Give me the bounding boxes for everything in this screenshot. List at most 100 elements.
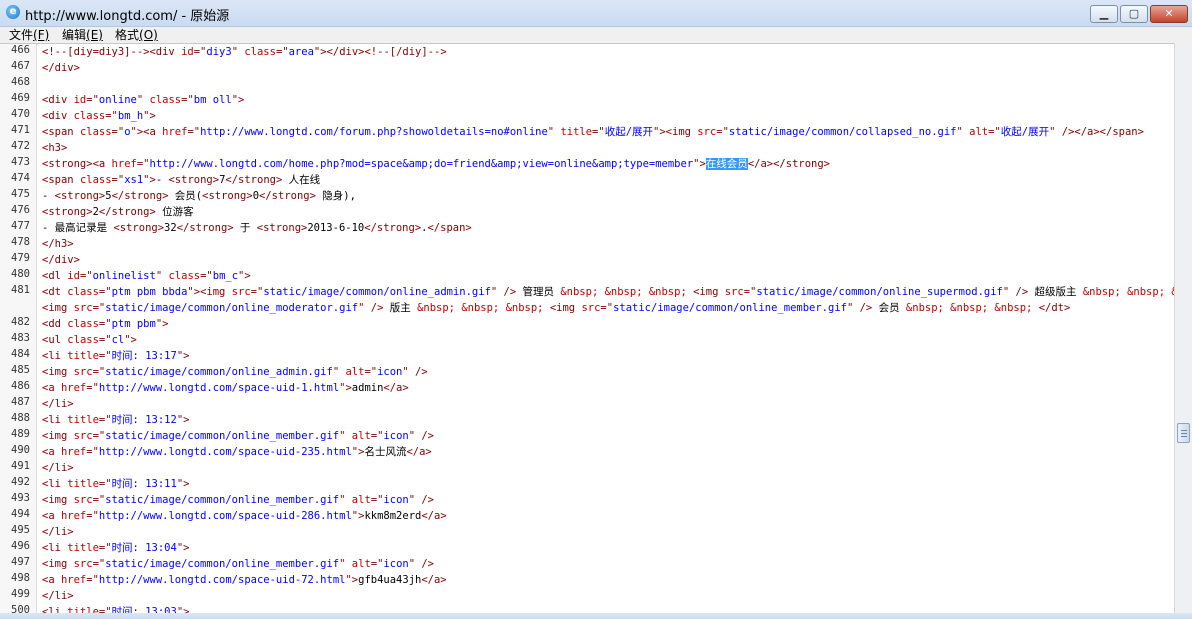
code-tag: </h3> [42,238,74,250]
code-tag: "> [351,446,365,458]
code-attr-name: title [67,478,99,490]
code-tag: <strong> [54,190,106,202]
line-number: 466 [11,44,30,56]
line-text: <h3> [42,140,67,156]
menu-format[interactable]: 格式(O) [115,27,158,43]
minimize-button[interactable]: ▁ [1090,5,1118,23]
title-bar[interactable]: e http://www.longtd.com/ - 原始源 ▁ ▢ ✕ [0,0,1192,27]
code-tag: <img [42,366,74,378]
scrollbar-thumb[interactable] [1177,423,1190,443]
code-tag: " [339,494,352,506]
line-text: <li title="时间: 13:11"> [42,476,189,492]
code-tag: =" [86,382,99,394]
line-text: <img src="static/image/common/online_mem… [42,556,434,572]
code-tag: <dl [42,270,68,282]
code-tag: " /> [490,286,517,298]
code-tag: =" [716,126,729,138]
code-text: 超级版主 [1028,286,1083,298]
code-attr-name: src [697,126,717,138]
code-tag: </a> [406,446,432,458]
code-attr-value: xs1 [124,174,144,186]
code-attr-name: class [149,94,182,106]
code-tag: <span [42,174,80,186]
code-attr-value: icon [383,494,409,506]
code-tag: =" [92,366,106,378]
source-line: 493 <img src="static/image/common/online_… [0,492,1174,508]
code-attr-value: static/image/common/collapsed_no.gif [728,126,957,138]
line-number: 498 [11,572,30,584]
line-number: 472 [11,140,30,152]
line-number: 495 [11,524,30,536]
menu-file[interactable]: 文件(F) [9,27,49,43]
line-text: <div id="online" class="bm oll"> [42,92,244,108]
vertical-scrollbar[interactable] [1174,43,1192,613]
line-text: <img src="static/image/common/online_mod… [42,300,1070,316]
code-tag: </span> [427,222,472,234]
code-tag: =" [193,46,207,58]
code-attr-value: static/image/common/online_moderator.gif [105,302,359,314]
line-number: 486 [11,380,30,392]
code-attr-value: bm oll [193,94,232,106]
code-entity: &nbsp; &nbsp; &nbsp; [905,302,1039,314]
code-tag: =" [79,270,93,282]
code-text: 管理员 [516,286,561,298]
code-attr-name: title [67,414,99,426]
selected-text: 在线会员 [705,158,748,170]
code-tag: " [956,126,970,138]
code-attr-value: bm_c [212,270,239,282]
source-line: 466 <!--[diy=diy3]--><div id="diy3" class… [0,44,1174,60]
code-tag: =" [136,158,150,170]
line-text: <li title="时间: 13:12"> [42,412,189,428]
code-tag: "> [351,510,365,522]
line-number: 477 [11,220,30,232]
menu-edit[interactable]: 编辑(E) [62,27,103,43]
code-attr-value: icon [377,366,403,378]
code-tag: =" [600,302,614,314]
maximize-button[interactable]: ▢ [1120,5,1148,23]
code-attr-name: href [60,574,87,586]
code-tag: <span [42,126,80,138]
source-line: 490 <a href="http://www.longtd.com/space-… [0,444,1174,460]
source-line: 495 </li> [0,524,1174,540]
line-text: </div> [42,60,80,76]
line-text: </li> [42,588,74,604]
code-attr-value: icon [383,558,409,570]
code-tag: =" [86,446,99,458]
code-tag: =" [98,318,112,330]
source-line: 473 <strong><a href="http://www.longtd.co… [0,156,1174,172]
code-attr-name: class [244,46,276,58]
code-attr-name: src [724,286,744,298]
code-attr-value: http://www.longtd.com/space-uid-286.html [98,510,352,522]
source-line: 487 </li> [0,396,1174,412]
menu-bar: 文件(F) 编辑(E) 格式(O) [0,27,1192,43]
code-tag: "><img [187,286,232,298]
source-code-view[interactable]: 466 <!--[diy=diy3]--><div id="diy3" class… [0,43,1174,614]
line-number: 479 [11,252,30,264]
code-text: 位游客 [155,206,194,218]
code-tag: =" [98,414,112,426]
code-attr-name: title [67,350,99,362]
code-tag: =" [98,286,112,298]
code-attr-value: static/image/common/online_member.gif [105,494,340,506]
code-tag: <a [42,574,61,586]
code-attr-value: icon [383,430,409,442]
code-attr-value: onlinelist [92,270,156,282]
code-tag: "> [231,94,245,106]
line-text: <dd class="ptm pbm"> [42,316,168,332]
code-tag: </li> [42,398,74,410]
line-number: 488 [11,412,30,424]
code-tag: =" [364,366,378,378]
close-button[interactable]: ✕ [1150,5,1188,23]
line-number: 487 [11,396,30,408]
code-tag: </strong> [364,222,422,234]
source-line: 488 <li title="时间: 13:12"> [0,412,1174,428]
line-number: 496 [11,540,30,552]
code-attr-value: static/image/common/online_member.gif [105,430,340,442]
line-number: 476 [11,204,30,216]
code-tag: "></div><!--[/diy]--> [313,46,447,58]
code-tag: </dt> [1038,302,1071,314]
code-tag: <img [42,494,74,506]
code-tag: <dd [42,318,68,330]
source-viewer-window: e http://www.longtd.com/ - 原始源 ▁ ▢ ✕ 文件(… [0,0,1192,619]
code-tag: "> [345,574,359,586]
